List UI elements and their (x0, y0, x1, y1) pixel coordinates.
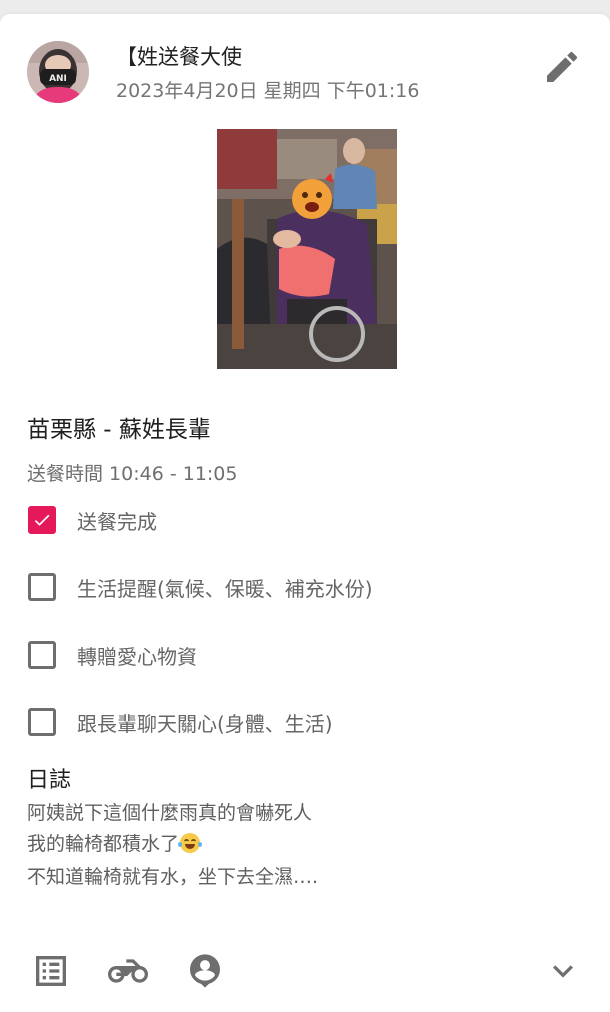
edit-button[interactable] (542, 47, 582, 87)
log-title: 日誌 (27, 768, 72, 793)
chevron-down-icon (553, 965, 573, 978)
edit-pencil-icon (547, 51, 578, 82)
log-line-text: 我的輪椅都積水了 (27, 833, 180, 855)
checkbox-unchecked[interactable] (28, 708, 56, 736)
avatar[interactable]: ANI (27, 41, 89, 103)
checkmark-icon (34, 514, 50, 526)
task-donate-supplies[interactable]: 轉贈愛心物資 (27, 639, 197, 671)
checkbox-checked[interactable] (28, 506, 56, 534)
checkbox-unchecked[interactable] (28, 573, 56, 601)
author-name: 【姓送餐大使 (116, 45, 242, 69)
task-label: 跟長輩聊天關心(身體、生活) (77, 711, 333, 736)
task-label: 轉贈愛心物資 (77, 644, 197, 669)
post-date: 2023年4月20日 星期四 下午01:16 (116, 80, 420, 102)
laughing-tears-emoji-icon (178, 833, 203, 853)
delivery-photo[interactable] (217, 129, 397, 369)
expand-button[interactable] (543, 951, 583, 991)
location-title: 苗栗縣 - 蘇姓長輩 (27, 417, 211, 443)
log-line: 阿姨説下這個什麼雨真的會嚇死人 (27, 802, 313, 824)
svg-text:ANI: ANI (49, 74, 67, 84)
log-line: 不知道輪椅就有水，坐下去全濕…. (27, 866, 319, 888)
task-life-reminder[interactable]: 生活提醒(氣候、保暖、補充水份) (27, 571, 373, 603)
task-label: 送餐完成 (77, 509, 157, 534)
list-icon (36, 956, 66, 986)
log-line: 我的輪椅都積水了 (27, 829, 203, 856)
person-pin-icon (190, 954, 220, 988)
delivery-route-button[interactable] (108, 951, 148, 991)
post-card: ANI 【姓送餐大使 2023年4月20日 星期四 下午01:16 苗栗縣 - … (0, 14, 610, 1012)
checkbox-unchecked[interactable] (28, 641, 56, 669)
delivery-time: 送餐時間 10:46 - 11:05 (27, 463, 238, 485)
motorcycle-icon (108, 959, 148, 983)
task-label: 生活提醒(氣候、保暖、補充水份) (77, 576, 373, 601)
task-chat-care[interactable]: 跟長輩聊天關心(身體、生活) (27, 706, 333, 738)
list-button[interactable] (31, 951, 71, 991)
elder-profile-button[interactable] (185, 951, 225, 991)
task-meal-delivered[interactable]: 送餐完成 (27, 504, 157, 536)
